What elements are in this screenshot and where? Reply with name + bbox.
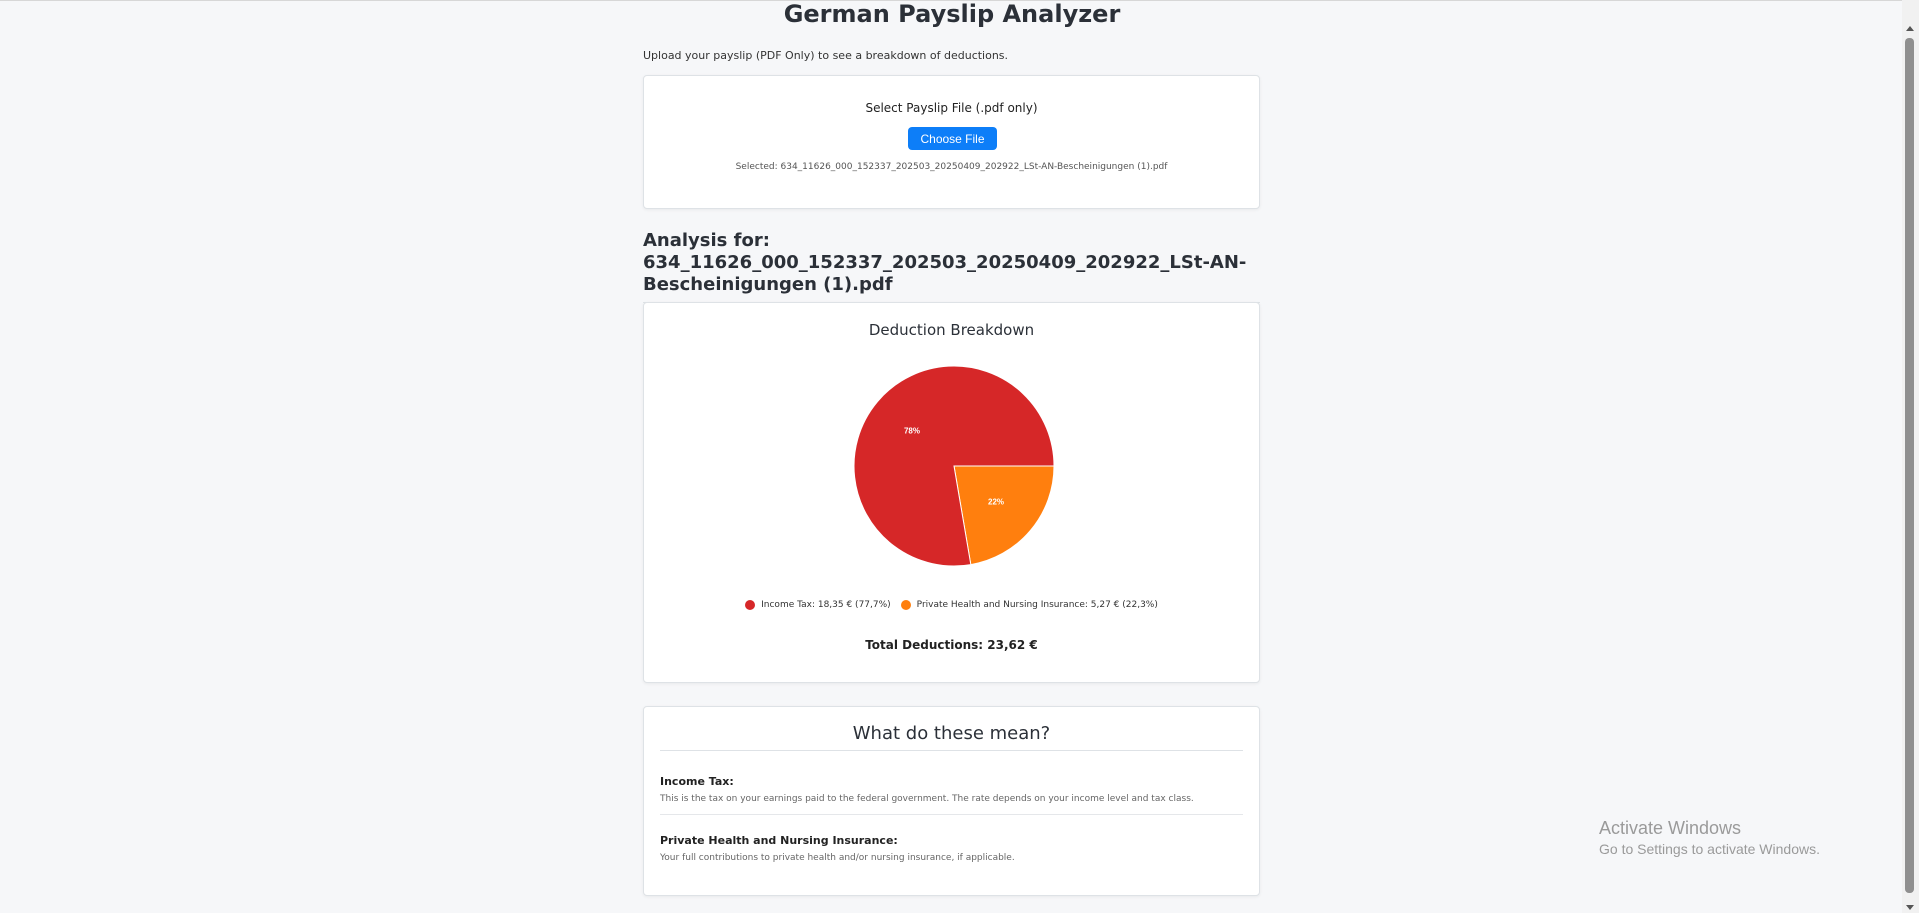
- page-title: German Payslip Analyzer: [783, 0, 1121, 28]
- scroll-up-arrow-icon[interactable]: [1906, 26, 1914, 31]
- legend-item-income-tax[interactable]: Income Tax: 18,35 € (77,7%): [745, 600, 891, 610]
- legend-label-health-insurance: Private Health and Nursing Insurance: 5,…: [916, 600, 1158, 610]
- meaning-item-health-insurance: Private Health and Nursing Insurance: Yo…: [660, 834, 1243, 863]
- chart-legend: Income Tax: 18,35 € (77,7%) Private Heal…: [643, 600, 1260, 610]
- pie-slice-health-insurance[interactable]: [953, 465, 1054, 566]
- vertical-scrollbar[interactable]: [1902, 0, 1919, 913]
- analysis-heading: Analysis for: 634_11626_000_152337_20250…: [643, 230, 1260, 303]
- total-deductions: Total Deductions: 23,62 €: [865, 638, 1038, 652]
- windows-activation-watermark: Activate Windows Go to Settings to activ…: [1599, 818, 1820, 857]
- legend-color-income-tax: [745, 600, 756, 610]
- pie-label-health-insurance: 22%: [988, 497, 1004, 506]
- meaning-term: Income Tax:: [660, 775, 734, 788]
- legend-label-income-tax: Income Tax: 18,35 € (77,7%): [761, 600, 891, 610]
- activation-subtitle: Go to Settings to activate Windows.: [1599, 841, 1820, 857]
- page: German Payslip Analyzer Upload your pays…: [0, 0, 1900, 913]
- meaning-item-income-tax: Income Tax: This is the tax on your earn…: [660, 775, 1243, 815]
- pie-label-income-tax: 78%: [904, 427, 920, 436]
- meanings-card: What do these mean? Income Tax: This is …: [643, 706, 1260, 896]
- legend-item-health-insurance[interactable]: Private Health and Nursing Insurance: 5,…: [900, 600, 1158, 610]
- activation-title: Activate Windows: [1599, 818, 1742, 838]
- upload-card: Select Payslip File (.pdf only) Choose F…: [643, 75, 1260, 209]
- intro-text: Upload your payslip (PDF Only) to see a …: [643, 49, 1009, 62]
- choose-file-button[interactable]: Choose File: [908, 127, 997, 150]
- chart-card: Deduction Breakdown 22% 78%: [643, 302, 1260, 683]
- selected-file-text: Selected: 634_11626_000_152337_202503_20…: [735, 162, 1168, 172]
- meanings-title: What do these mean?: [660, 723, 1243, 751]
- upload-label: Select Payslip File (.pdf only): [865, 101, 1038, 115]
- deduction-pie-chart: 22% 78%: [854, 366, 1054, 566]
- meaning-term: Private Health and Nursing Insurance:: [660, 834, 898, 847]
- chart-title: Deduction Breakdown: [868, 321, 1035, 339]
- legend-color-health-insurance: [900, 600, 911, 610]
- meaning-description: Your full contributions to private healt…: [660, 853, 1015, 863]
- meaning-description: This is the tax on your earnings paid to…: [660, 794, 1194, 804]
- scrollbar-thumb[interactable]: [1905, 38, 1914, 893]
- scroll-down-arrow-icon[interactable]: [1906, 905, 1914, 910]
